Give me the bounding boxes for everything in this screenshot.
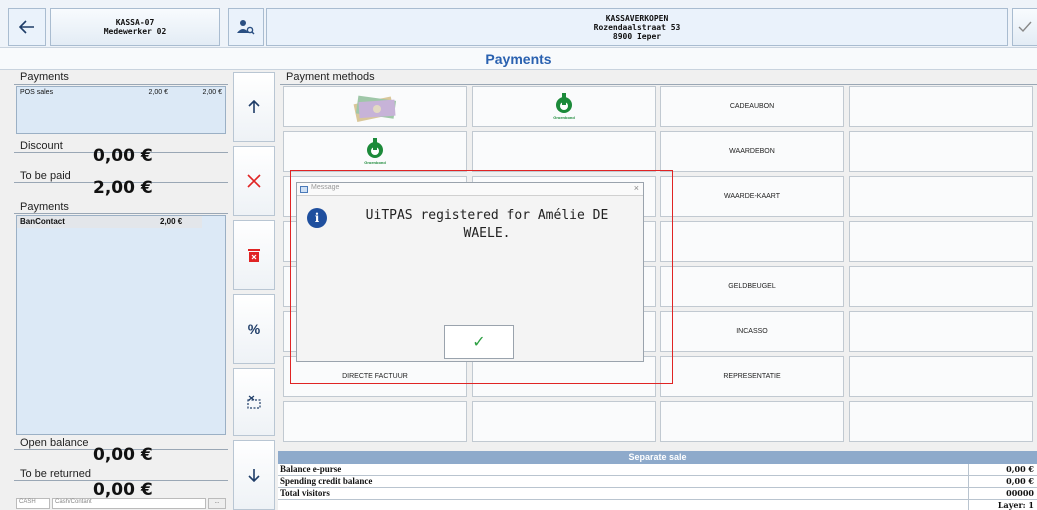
discount-value: 0,00 € <box>93 146 153 166</box>
list-item[interactable]: BanContact 2,00 € <box>17 216 202 228</box>
representatie-button[interactable]: REPRESENTATIE <box>660 356 844 397</box>
empty-payment-button[interactable] <box>849 131 1033 172</box>
bancontact-label: BanContact <box>20 217 65 226</box>
groenbond-label: Groenbond <box>364 160 386 165</box>
empty-payment-button[interactable] <box>849 221 1033 262</box>
shop-street: Rozendaalstraat 53 <box>593 22 681 32</box>
row-label: Total visitors <box>280 488 330 498</box>
trash-icon <box>248 249 260 262</box>
geldbeugel-button[interactable]: GELDBEUGEL <box>660 266 844 307</box>
scroll-up-button[interactable] <box>233 72 275 142</box>
empty-payment-button[interactable] <box>849 176 1033 217</box>
arrow-down-icon <box>248 469 260 482</box>
row-value: 0,00 € <box>968 464 1037 476</box>
to-be-paid-label: To be paid <box>20 170 71 182</box>
to-be-paid-value: 2,00 € <box>93 178 153 198</box>
discount-label: Discount <box>20 140 63 152</box>
cash-payment-button[interactable] <box>283 86 467 127</box>
groenbond-logo-icon <box>556 93 572 113</box>
pos-sales-label: POS sales <box>20 89 54 96</box>
pos-sales-total: 2,00 € <box>202 89 222 96</box>
list-item[interactable]: POS sales 2,00 € 2,00 € <box>17 87 225 98</box>
bancontact-value: 2,00 € <box>160 217 183 226</box>
scroll-down-button[interactable] <box>233 440 275 510</box>
split-sale-button[interactable] <box>233 368 275 436</box>
groenbond-button-1[interactable]: Groenbond <box>472 86 656 127</box>
register-info-button[interactable]: KASSA-07 Medewerker 02 <box>50 8 220 46</box>
waardebon-button[interactable]: WAARDEBON <box>660 131 844 172</box>
groenbond-button-2[interactable]: Groenbond <box>283 131 467 172</box>
open-balance-value: 0,00 € <box>93 445 153 465</box>
more-button[interactable]: ... <box>208 498 226 509</box>
incasso-button[interactable]: INCASSO <box>660 311 844 352</box>
check-icon <box>1018 21 1032 33</box>
empty-payment-button[interactable] <box>849 86 1033 127</box>
shop-city: 8900 Ieper <box>612 31 662 41</box>
table-row: Total visitors 00000 <box>278 488 1037 500</box>
payment-methods-label: Payment methods <box>286 71 375 83</box>
groenbond-label: Groenbond <box>553 115 575 120</box>
shop-info: KASSAVERKOPEN Rozendaalstraat 53 8900 Ie… <box>266 8 1008 46</box>
empty-payment-button[interactable] <box>849 266 1033 307</box>
discount-percent-button[interactable]: % <box>233 294 275 364</box>
split-icon <box>247 395 261 409</box>
layer-value: Layer: 1 <box>968 500 1037 510</box>
to-be-returned-label: To be returned <box>20 468 91 480</box>
user-search-icon <box>237 20 255 35</box>
pos-sales-value: 2,00 € <box>148 89 168 96</box>
empty-payment-button[interactable] <box>472 131 656 172</box>
highlight-box <box>290 170 673 384</box>
empty-payment-button[interactable] <box>472 401 656 442</box>
shop-name: KASSAVERKOPEN <box>605 13 669 23</box>
x-icon <box>247 174 261 188</box>
empty-payment-button[interactable] <box>660 401 844 442</box>
empty-payment-button[interactable] <box>283 401 467 442</box>
row-label: Spending credit balance <box>280 476 373 486</box>
register-name: KASSA-07 <box>115 18 155 27</box>
cash-description-field[interactable]: Cash/Contant <box>52 498 206 509</box>
percent-icon: % <box>247 321 261 337</box>
pos-sales-list[interactable]: POS sales 2,00 € 2,00 € <box>16 86 226 134</box>
empty-payment-button[interactable] <box>849 311 1033 352</box>
payments-section-label: Payments <box>20 201 69 213</box>
empty-payment-button[interactable] <box>660 221 844 262</box>
employee-name: Medewerker 02 <box>103 27 167 36</box>
confirm-button[interactable] <box>1012 8 1037 46</box>
row-value: 0,00 € <box>968 476 1037 488</box>
groenbond-logo-icon <box>367 138 383 158</box>
page-title: Payments <box>0 48 1037 70</box>
row-label: Balance e-purse <box>280 464 342 474</box>
open-balance-label: Open balance <box>20 437 89 449</box>
waarde-kaart-button[interactable]: WAARDE-KAART <box>660 176 844 217</box>
customer-search-button[interactable] <box>228 8 264 46</box>
delete-payment-button[interactable] <box>233 220 275 290</box>
row-value: 00000 <box>968 488 1037 500</box>
payments-list[interactable]: BanContact 2,00 € <box>16 215 226 435</box>
empty-payment-button[interactable] <box>849 356 1033 397</box>
cancel-payment-button[interactable] <box>233 146 275 216</box>
table-row: Spending credit balance 0,00 € <box>278 476 1037 488</box>
table-row: Balance e-purse 0,00 € <box>278 464 1037 476</box>
arrow-up-icon <box>248 100 260 113</box>
cadeaubon-button[interactable]: CADEAUBON <box>660 86 844 127</box>
arrow-left-icon <box>19 20 34 34</box>
to-be-returned-value: 0,00 € <box>93 480 153 500</box>
empty-payment-button[interactable] <box>849 401 1033 442</box>
payments-label: Payments <box>20 71 69 83</box>
banknotes-icon <box>353 95 397 122</box>
separate-sale-header: Separate sale <box>278 451 1037 464</box>
table-row: Layer: 1 <box>278 500 1037 510</box>
cash-type-field[interactable]: CASH <box>16 498 50 509</box>
back-button[interactable] <box>8 8 46 46</box>
